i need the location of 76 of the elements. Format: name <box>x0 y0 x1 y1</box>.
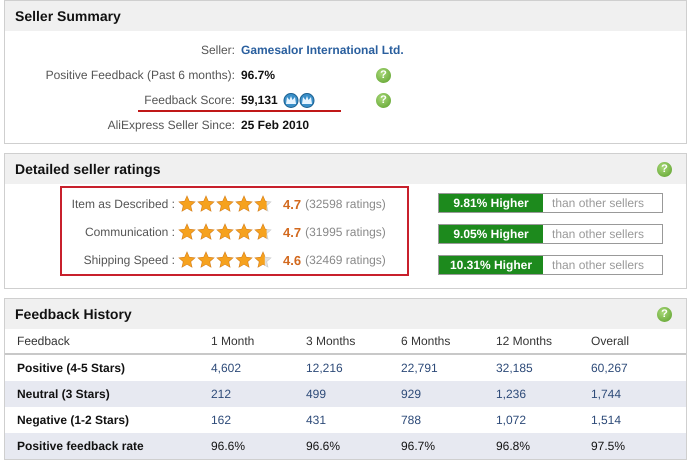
comparison-badge: 9.81% Higher <box>439 194 543 212</box>
field-value: 96.7% <box>241 68 276 82</box>
rating-label: Communication : <box>84 225 175 239</box>
rating-score: 4.7 <box>283 196 302 212</box>
table-cell: 60,267 <box>591 354 686 381</box>
field-value: 59,131 <box>241 92 278 106</box>
rating-count: (32469 ratings) <box>305 253 386 267</box>
field-value: 25 Feb 2010 <box>241 118 310 132</box>
rating-score: 4.7 <box>283 224 302 240</box>
table-cell: 22,791 <box>401 354 496 381</box>
table-cell: 96.6% <box>211 433 306 459</box>
column-header: Overall <box>591 329 686 354</box>
table-cell: 1,514 <box>591 407 686 433</box>
star-icon <box>216 223 234 241</box>
column-header: 6 Months <box>401 329 496 354</box>
column-header: 3 Months <box>306 329 401 354</box>
rating-count: (31995 ratings) <box>305 225 386 239</box>
table-cell: 162 <box>211 407 306 433</box>
seller-link[interactable]: Gamesalor International Ltd. <box>241 42 404 56</box>
comparison-note: than other sellers <box>551 257 644 274</box>
table-cell: 1,072 <box>496 407 591 433</box>
comparison-note: than other sellers <box>551 226 644 243</box>
table-cell: 96.8% <box>496 433 591 459</box>
rating-label: Item as Described : <box>70 197 175 211</box>
table-cell: 499 <box>306 381 401 407</box>
table-cell: 96.6% <box>306 433 401 459</box>
star-icon <box>216 251 234 269</box>
table-cell: 929 <box>401 381 496 407</box>
table-cell: 12,216 <box>306 354 401 381</box>
section-title: Feedback History <box>15 306 132 322</box>
star-icon <box>197 223 215 241</box>
star-icon <box>254 251 272 269</box>
section-title: Detailed seller ratings <box>15 161 161 177</box>
table-cell: 212 <box>211 381 306 407</box>
column-header: 12 Months <box>496 329 591 354</box>
star-icon <box>197 195 215 213</box>
section-title: Seller Summary <box>15 8 121 24</box>
star-icon <box>235 195 253 213</box>
field-label: AliExpress Seller Since: <box>106 118 236 132</box>
rating-score: 4.6 <box>283 252 302 268</box>
row-label: Positive (4-5 Stars) <box>5 354 211 381</box>
rating-label: Shipping Speed : <box>82 253 175 267</box>
table-cell: 1,744 <box>591 381 686 407</box>
table-cell: 97.5% <box>591 433 686 459</box>
row-label: Neutral (3 Stars) <box>5 381 211 407</box>
star-icon <box>197 251 215 269</box>
star-icon <box>254 223 272 241</box>
table-cell: 32,185 <box>496 354 591 381</box>
comparison-badge: 9.05% Higher <box>439 225 543 243</box>
field-label: Feedback Score: <box>143 92 236 106</box>
star-icon <box>178 223 196 241</box>
column-header: Feedback <box>5 329 211 354</box>
help-icon[interactable]: ? <box>657 162 672 176</box>
star-icon <box>254 195 272 213</box>
comparison-badge: 10.31% Higher <box>439 256 543 274</box>
help-icon[interactable]: ? <box>657 306 672 322</box>
help-icon[interactable]: ? <box>376 92 391 108</box>
row-label: Negative (1-2 Stars) <box>5 407 211 433</box>
crowns-icon <box>282 92 315 108</box>
star-icon <box>178 195 196 213</box>
star-icon <box>216 195 234 213</box>
field-label: Seller: <box>200 42 236 56</box>
comparison-note: than other sellers <box>551 195 644 212</box>
row-label: Positive feedback rate <box>5 433 211 459</box>
star-icon <box>178 251 196 269</box>
table-cell: 788 <box>401 407 496 433</box>
rating-count: (32598 ratings) <box>305 197 386 211</box>
help-icon[interactable]: ? <box>376 68 391 82</box>
table-cell: 96.7% <box>401 433 496 459</box>
column-header: 1 Month <box>211 329 306 354</box>
star-icon <box>235 223 253 241</box>
table-cell: 431 <box>306 407 401 433</box>
table-cell: 4,602 <box>211 354 306 381</box>
star-icon <box>235 251 253 269</box>
table-cell: 1,236 <box>496 381 591 407</box>
field-label: Positive Feedback (Past 6 months): <box>44 68 236 82</box>
